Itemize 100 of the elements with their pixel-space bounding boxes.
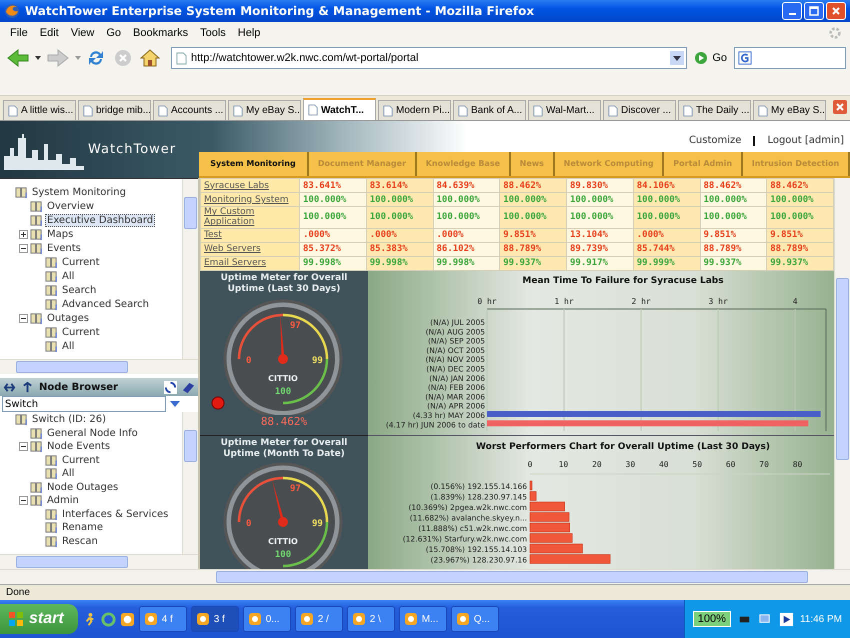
menu-item[interactable]: View [64,27,100,39]
expand-toggle-icon[interactable] [19,314,28,322]
throbber-icon [828,26,842,40]
tree-item[interactable]: Maps [45,228,76,240]
search-engine-icon [738,51,752,65]
menu-item[interactable]: Edit [34,27,65,39]
play-icon[interactable] [778,612,794,626]
browser-tab[interactable]: Bank of A... [453,100,526,120]
arrows-icon[interactable] [21,380,34,394]
home-button[interactable] [138,48,162,68]
scrollbar-thumb[interactable] [16,556,128,568]
page-icon [158,104,168,116]
taskbar-button[interactable]: 4 f [138,606,187,632]
tree-item[interactable]: Current [60,256,102,268]
browser-tab[interactable]: Wal-Mart... [528,100,601,120]
taskbar-button[interactable]: 2 / [294,606,343,632]
scale-label: 100 [274,550,292,560]
table-cell: 99.937% [500,256,566,270]
tree-item[interactable]: All [60,270,76,282]
minimize-button[interactable] [782,2,802,20]
expand-toggle-icon[interactable] [19,230,28,238]
arrows-icon[interactable] [3,380,16,394]
browser-tab[interactable]: The Daily ... [678,100,751,120]
go-icon [694,51,708,65]
menu-item[interactable]: Tools [194,27,232,39]
browser-tab[interactable]: Modern Pi... [378,100,451,120]
page-icon [533,104,543,116]
address-field[interactable]: http://watchtower.w2k.nwc.com/wt-portal/portal [171,47,688,69]
go-button[interactable]: Go [690,51,731,65]
browser-tab[interactable]: My eBay S... [753,100,826,120]
table-cell: 13.104% [566,228,634,242]
page-icon [383,104,393,116]
expand-toggle-icon[interactable] [19,496,28,506]
tree-item[interactable]: Current [60,454,102,467]
tree-item[interactable]: Events [45,242,83,254]
scrollbar-thumb[interactable] [216,571,808,583]
horizontal-scrollbar[interactable] [0,554,198,569]
maximize-button[interactable] [804,2,824,20]
refresh-icon[interactable] [164,380,177,394]
horizontal-scrollbar[interactable] [0,569,850,584]
node-filter-field[interactable]: Switch [2,396,166,412]
scrollbar-thumb[interactable] [184,430,197,462]
table-cell: 100.000% [566,192,634,207]
tree-item[interactable]: System Monitoring [30,186,128,198]
browser-tab[interactable]: My eBay S... [228,100,301,120]
header-link[interactable]: Logout [admin] [767,135,844,146]
horizontal-scrollbar[interactable] [0,359,198,374]
tree-item[interactable]: Admin [45,494,81,508]
taskbar-button[interactable]: 3 f [190,606,239,632]
chart-title: Mean Time To Failure for Syracuse Labs [522,276,724,286]
tree-item[interactable]: Current [60,326,102,338]
panel-title: Node Browser [39,382,118,392]
tree-item[interactable]: Overview [45,200,96,212]
expand-toggle-icon[interactable] [19,244,28,252]
row-link[interactable]: Test [204,230,222,240]
browser-tab[interactable]: WatchT... [303,98,376,120]
scrollbar-thumb[interactable] [16,361,128,373]
tree-item[interactable]: General Node Info [45,426,140,440]
tree-node-icon [45,534,58,548]
window-title: WatchTower Enterprise System Monitoring & Management - Mozilla Firefox [25,4,536,18]
menu-item[interactable]: Bookmarks [127,27,194,39]
menu-item[interactable]: Help [232,27,266,39]
menu-item[interactable]: File [4,27,34,39]
tree-item[interactable]: Node Events [45,440,112,454]
tree-item[interactable]: Interfaces & Services [60,508,170,521]
browser-tab[interactable]: bridge mib... [78,100,151,120]
expand-toggle-icon[interactable] [19,442,28,452]
tree-item[interactable]: Advanced Search [60,298,151,310]
menu-item[interactable]: Go [100,27,128,39]
browser-tab[interactable]: A little wis... [3,100,76,120]
scrollbar-thumb[interactable] [184,197,197,229]
minimize-icon [788,13,796,15]
tree-item[interactable]: Rescan [60,534,100,548]
browser-tab[interactable]: Discover ... [603,100,676,120]
taskbar-button[interactable]: 0... [242,606,291,632]
tree-item[interactable]: Search [60,284,98,296]
close-button[interactable] [826,2,846,20]
vertical-scrollbar[interactable] [182,179,198,359]
taskbar-button[interactable]: 2 \ [346,606,395,632]
tree-item[interactable]: All [60,467,76,480]
browser-tab[interactable]: Accounts ... [153,100,226,120]
tree-item[interactable]: Executive Dashboard [45,214,156,226]
forward-arrow-icon [46,48,70,68]
vertical-scrollbar[interactable] [834,178,850,569]
tree-node-icon [45,508,58,521]
vertical-scrollbar[interactable] [182,412,198,554]
tree-item[interactable]: All [60,340,76,352]
tree-item[interactable]: Outages [45,312,91,324]
close-tab-button[interactable] [833,100,847,117]
taskbar-button[interactable]: Q... [450,606,499,632]
tree-item[interactable]: Node Outages [45,480,120,494]
scrollbar-thumb[interactable] [836,278,849,460]
tree-item[interactable]: Switch (ID: 26) [30,413,108,426]
search-field[interactable] [734,47,846,69]
dropdown-arrow-icon[interactable] [35,56,41,60]
taskbar-button[interactable]: M... [398,606,447,632]
tree-node-icon [30,494,43,508]
header-link[interactable]: Customize [688,135,742,146]
table-cell: 88.789% [700,242,767,256]
tree-item[interactable]: Rename [60,521,106,534]
